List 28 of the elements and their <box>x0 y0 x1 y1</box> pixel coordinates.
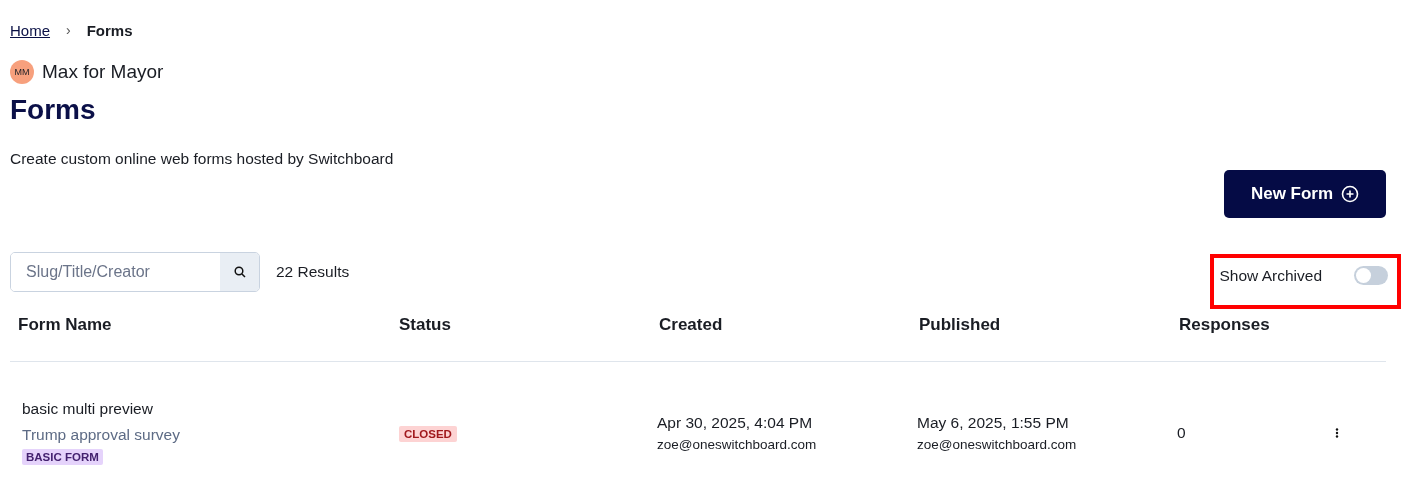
plus-circle-icon <box>1341 185 1360 203</box>
column-header: Published <box>919 315 1002 335</box>
more-options-icon[interactable] <box>1335 427 1339 438</box>
page-description: Create custom online web forms hosted by Switchboard <box>10 150 395 168</box>
column-header: Status <box>399 315 452 335</box>
status-badge: CLOSED <box>399 425 457 442</box>
page-title: Forms <box>10 94 97 126</box>
breadcrumb-separator: › <box>66 22 71 38</box>
publisher-email: zoe@oneswitchboard.com <box>917 436 1078 452</box>
search-field[interactable]: Slug/Title/Creator <box>10 251 260 292</box>
form-name: basic multi preview <box>22 400 153 418</box>
search-button[interactable] <box>220 252 259 291</box>
search-icon <box>233 265 246 278</box>
column-header: Form Name <box>18 315 113 335</box>
org-avatar: MM <box>10 60 34 84</box>
breadcrumb-current: Forms <box>86 21 133 39</box>
org-name: Max for Mayor <box>42 61 164 83</box>
toggle-switch[interactable] <box>1354 266 1388 285</box>
form-title: Trump approval survey <box>22 426 180 444</box>
toggle-label: Show Archived <box>1219 266 1322 285</box>
result-count: 22 Results <box>276 262 350 281</box>
column-header: Responses <box>1179 315 1271 335</box>
response-count: 0 <box>1177 423 1186 442</box>
breadcrumb-link[interactable]: Home <box>10 21 50 39</box>
new-form-button[interactable]: New Form <box>1224 170 1386 218</box>
column-header: Created <box>659 315 724 335</box>
form-type-tag: BASIC FORM <box>22 449 103 465</box>
published-date: May 6, 2025, 1:55 PM <box>917 413 1070 432</box>
